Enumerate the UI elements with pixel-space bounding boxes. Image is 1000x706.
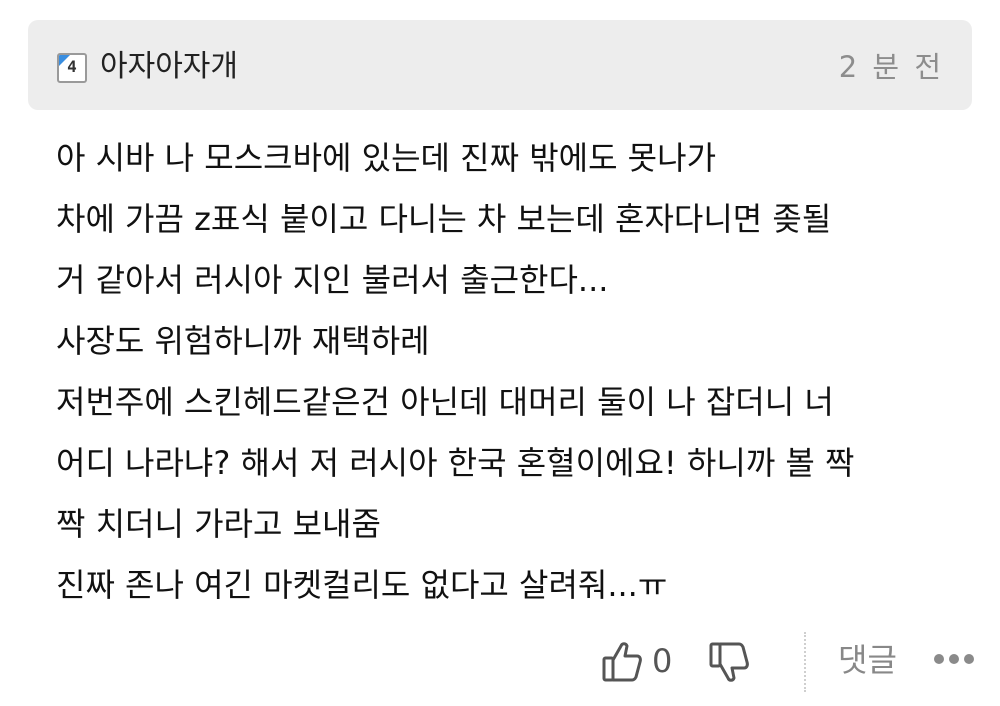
comment-time: 2 분 전 (838, 50, 944, 84)
more-dots-icon (964, 654, 974, 664)
thumbs-up-icon (602, 642, 642, 682)
comment-header: 4 아자아자개 2 분 전 (28, 20, 972, 110)
more-dots-icon (949, 654, 959, 664)
level-badge-icon: 4 (57, 53, 87, 83)
actions-divider (804, 632, 806, 692)
comment-actions: 0 댓글 (0, 630, 1000, 694)
comment-line: 짝 치더니 가라고 보내줌 (56, 505, 381, 543)
comment-line: 저번주에 스킨헤드같은건 아닌데 대머리 둘이 나 잡더니 너 (56, 383, 834, 421)
more-options-button[interactable] (934, 652, 974, 668)
comment-line: 어디 나라냐? 해서 저 러시아 한국 혼혈이에요! 하니까 볼 짝 (56, 444, 855, 482)
thumbs-down-icon (709, 642, 749, 682)
comment-line: 차에 가끔 z표식 붙이고 다니는 차 보는데 혼자다니면 좆될 (56, 200, 832, 238)
reply-button[interactable]: 댓글 (838, 638, 897, 682)
dislike-button[interactable] (707, 640, 751, 686)
more-dots-icon (934, 654, 944, 664)
author-name[interactable]: 아자아자개 (100, 47, 238, 87)
like-count: 0 (652, 642, 673, 680)
comment-body: 아 시바 나 모스크바에 있는데 진짜 밖에도 못나가 차에 가끔 z표식 붙이… (56, 128, 976, 616)
level-badge-number: 4 (67, 57, 77, 76)
comment-card: 4 아자아자개 2 분 전 아 시바 나 모스크바에 있는데 진짜 밖에도 못나… (0, 0, 1000, 706)
comment-line: 사장도 위험하니까 재택하레 (56, 322, 430, 360)
comment-line: 진짜 존나 여긴 마켓컬리도 없다고 살려줘...ㅠ (56, 566, 668, 604)
comment-line: 아 시바 나 모스크바에 있는데 진짜 밖에도 못나가 (56, 139, 717, 177)
comment-line: 거 같아서 러시아 지인 불러서 출근한다... (56, 261, 609, 299)
like-button[interactable] (600, 638, 644, 684)
